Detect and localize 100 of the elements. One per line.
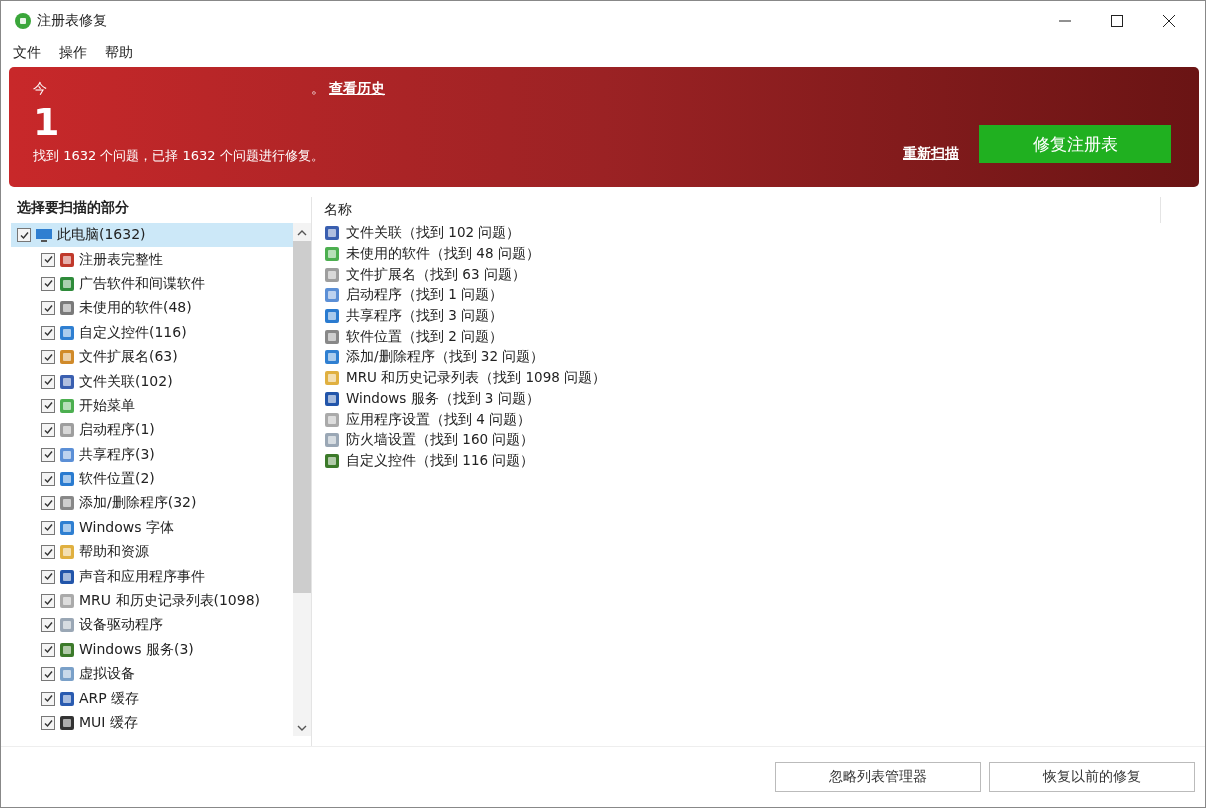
tree-item[interactable]: 共享程序(3) xyxy=(11,442,293,467)
category-icon xyxy=(324,246,340,263)
app-icon xyxy=(15,13,31,29)
close-icon[interactable] xyxy=(1163,15,1175,27)
tree-label: 声音和应用程序事件 xyxy=(79,567,205,586)
category-icon xyxy=(324,349,340,366)
checkbox[interactable] xyxy=(41,667,55,682)
category-icon xyxy=(59,446,75,463)
result-item[interactable]: 软件位置（找到 2 问题） xyxy=(324,326,504,348)
issue-count: 1 xyxy=(33,99,61,145)
category-icon xyxy=(59,593,75,610)
menu-item[interactable]: 文件 xyxy=(13,44,41,62)
tree-item[interactable]: 注册表完整性 xyxy=(11,247,293,272)
checkbox[interactable] xyxy=(41,496,55,511)
tree-item[interactable]: 启动程序(1) xyxy=(11,418,293,443)
checkbox[interactable] xyxy=(17,228,31,243)
computer-icon xyxy=(35,227,53,244)
tree-label: Windows 字体 xyxy=(79,518,174,537)
category-icon xyxy=(59,324,75,341)
tree-item[interactable]: 声音和应用程序事件 xyxy=(11,564,293,589)
scrollbar[interactable] xyxy=(293,223,311,736)
category-icon xyxy=(59,422,75,439)
category-icon xyxy=(59,617,75,634)
category-icon xyxy=(59,251,75,268)
result-item[interactable]: 文件关联（找到 102 问题） xyxy=(324,223,521,244)
checkbox[interactable] xyxy=(41,569,55,584)
category-icon xyxy=(59,519,75,536)
category-icon xyxy=(59,568,75,585)
tree-item[interactable]: 开始菜单 xyxy=(11,393,293,419)
checkbox[interactable] xyxy=(41,618,55,633)
footer-button[interactable]: 忽略列表管理器 xyxy=(775,762,981,792)
menu-item[interactable]: 帮助 xyxy=(105,44,133,62)
maximize-icon[interactable] xyxy=(1111,15,1123,27)
tree-item[interactable]: 虚拟设备 xyxy=(11,662,293,687)
banner-heading: 今 xyxy=(33,80,47,98)
checkbox[interactable] xyxy=(41,716,55,730)
checkbox[interactable] xyxy=(41,276,55,291)
tree-item[interactable]: 广告软件和间谍软件 xyxy=(11,271,293,297)
menu-item[interactable]: 操作 xyxy=(59,44,87,62)
tree-label: 软件位置(2) xyxy=(79,470,155,489)
result-item[interactable]: 自定义控件（找到 116 问题） xyxy=(324,450,535,472)
checkbox[interactable] xyxy=(41,520,55,535)
result-item[interactable]: 文件扩展名（找到 63 问题） xyxy=(324,264,526,286)
tree-label: ARP 缓存 xyxy=(79,689,140,708)
checkbox[interactable] xyxy=(41,691,55,706)
checkbox[interactable] xyxy=(41,252,55,267)
rescan-link[interactable]: 重新扫描 xyxy=(903,145,959,163)
tree-item[interactable]: MRU 和历史记录列表(1098) xyxy=(11,588,293,614)
checkbox[interactable] xyxy=(41,642,55,657)
result-item[interactable]: 应用程序设置（找到 4 问题） xyxy=(324,409,532,430)
banner-heading: 。 xyxy=(311,80,325,98)
tree-item[interactable]: 帮助和资源 xyxy=(11,540,293,565)
result-item[interactable]: 启动程序（找到 1 问题） xyxy=(324,285,504,306)
tree-item[interactable]: 设备驱动程序 xyxy=(11,613,293,638)
tree-label: MRU 和历史记录列表(1098) xyxy=(79,592,261,611)
history-link[interactable]: 查看历史 xyxy=(329,80,385,98)
checkbox[interactable] xyxy=(41,472,55,487)
tree-label: 文件扩展名(63) xyxy=(79,348,178,367)
tree-item[interactable]: 文件扩展名(63) xyxy=(11,344,293,370)
result-item[interactable]: Windows 服务（找到 3 问题） xyxy=(324,388,540,410)
category-icon xyxy=(59,495,75,512)
result-item[interactable]: MRU 和历史记录列表（找到 1098 问题） xyxy=(324,367,607,389)
tree-item[interactable]: 软件位置(2) xyxy=(11,466,293,492)
tree-label: 开始菜单 xyxy=(79,396,135,415)
tree-item[interactable]: 未使用的软件(48) xyxy=(11,296,293,321)
category-icon xyxy=(324,266,340,283)
tree-label: Windows 服务(3) xyxy=(79,640,194,659)
checkbox[interactable] xyxy=(41,350,55,365)
scroll-thumb[interactable] xyxy=(293,241,311,593)
checkbox[interactable] xyxy=(41,447,55,462)
checkbox[interactable] xyxy=(41,398,55,413)
tree-item[interactable]: Windows 字体 xyxy=(11,515,293,541)
scroll-down-icon[interactable] xyxy=(297,724,307,732)
checkbox[interactable] xyxy=(41,325,55,340)
tree-item[interactable]: 此电脑(1632) xyxy=(11,223,293,248)
result-item[interactable]: 共享程序（找到 3 问题） xyxy=(324,305,504,327)
category-icon xyxy=(324,225,340,242)
tree-item[interactable]: 文件关联(102) xyxy=(11,369,293,394)
category-icon xyxy=(324,390,340,407)
result-item[interactable]: 未使用的软件（找到 48 问题） xyxy=(324,243,540,265)
column-header: 名称 xyxy=(324,197,1161,223)
result-item[interactable]: 防火墙设置（找到 160 问题） xyxy=(324,429,535,451)
tree-item[interactable]: MUI 缓存 xyxy=(11,710,293,736)
tree-label: 虚拟设备 xyxy=(79,665,135,684)
checkbox[interactable] xyxy=(41,301,55,316)
tree-item[interactable]: 添加/删除程序(32) xyxy=(11,491,293,516)
result-item[interactable]: 添加/删除程序（找到 32 问题） xyxy=(324,347,545,368)
checkbox[interactable] xyxy=(41,374,55,389)
category-icon xyxy=(59,373,75,390)
scroll-up-icon[interactable] xyxy=(297,229,307,237)
footer-button[interactable]: 恢复以前的修复 xyxy=(989,762,1195,792)
checkbox[interactable] xyxy=(41,423,55,438)
category-icon xyxy=(59,690,75,707)
tree-label: 启动程序(1) xyxy=(79,421,155,440)
tree-item[interactable]: 自定义控件(116) xyxy=(11,320,293,345)
category-icon xyxy=(59,544,75,561)
tree-item[interactable]: Windows 服务(3) xyxy=(11,637,293,663)
checkbox[interactable] xyxy=(41,594,55,609)
checkbox[interactable] xyxy=(41,545,55,560)
tree-item[interactable]: ARP 缓存 xyxy=(11,686,293,711)
